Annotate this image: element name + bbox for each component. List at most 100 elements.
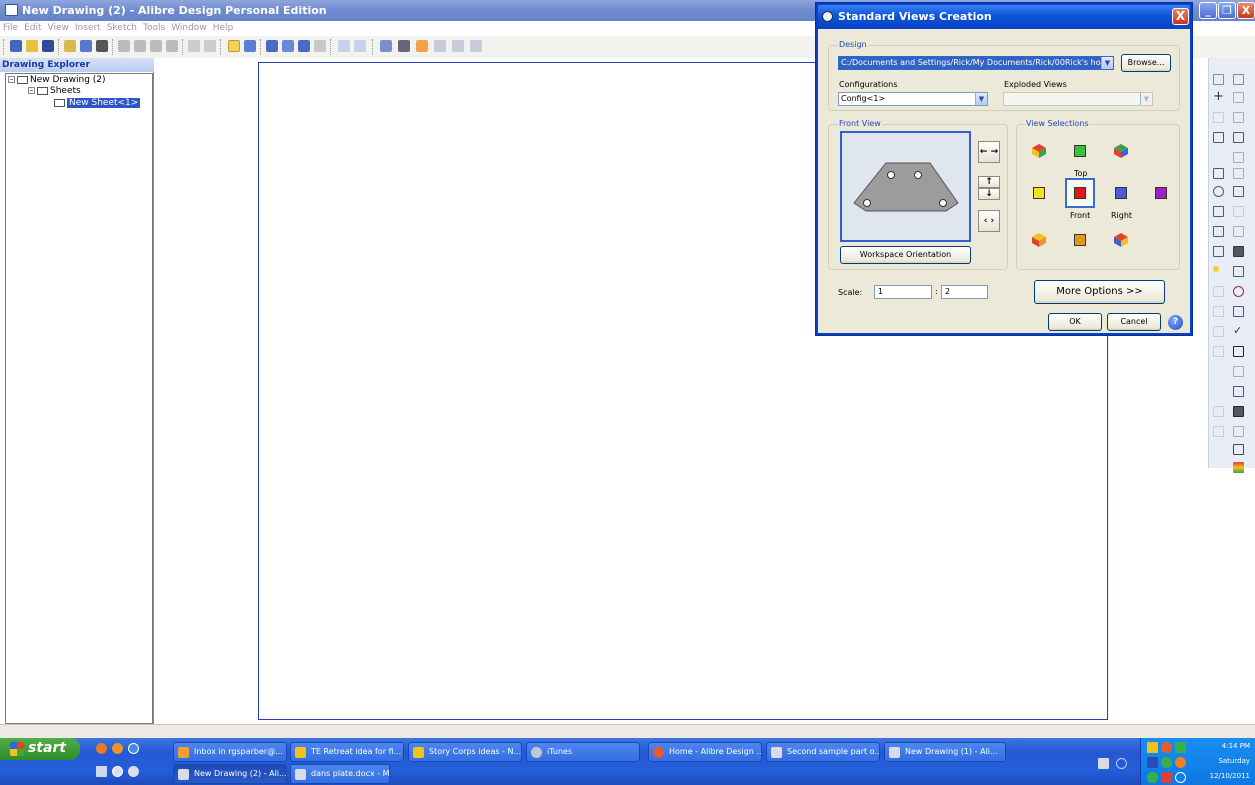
- tree-item-sheets[interactable]: – Sheets: [28, 86, 81, 96]
- tray-icon[interactable]: [1175, 772, 1186, 783]
- task-alibre-home[interactable]: Home - Alibre Design ...: [648, 742, 762, 762]
- pattern-tool-icon[interactable]: [1233, 132, 1244, 143]
- close-button[interactable]: X: [1237, 2, 1255, 19]
- cancel-button[interactable]: Cancel: [1107, 313, 1161, 331]
- redo-icon[interactable]: [204, 40, 216, 52]
- view-iso-top-right[interactable]: [1108, 138, 1134, 164]
- outlook-icon[interactable]: [112, 743, 123, 754]
- task-new-drawing-1[interactable]: New Drawing (1) - Ali...: [884, 742, 1006, 762]
- rotate-horizontal-button[interactable]: ← →: [978, 141, 1000, 163]
- restore-button[interactable]: ❐: [1218, 2, 1236, 19]
- angle-tool-icon[interactable]: [1233, 346, 1244, 357]
- point-tool-icon[interactable]: [1213, 266, 1219, 272]
- media-icon[interactable]: [128, 766, 139, 777]
- tray-icon[interactable]: [1147, 772, 1158, 783]
- rectangle-tool-icon[interactable]: [1213, 226, 1224, 237]
- dialog-close-button[interactable]: X: [1172, 8, 1189, 25]
- balloon-tool-icon[interactable]: [1233, 152, 1244, 163]
- table-icon[interactable]: [470, 40, 482, 52]
- checkmark-icon[interactable]: ✓: [1233, 325, 1244, 337]
- collapse-icon[interactable]: –: [28, 87, 35, 94]
- view-right[interactable]: [1108, 180, 1134, 206]
- menu-tools[interactable]: Tools: [140, 21, 168, 33]
- scale-denominator-input[interactable]: 2: [941, 285, 988, 299]
- detail-view-icon[interactable]: [434, 40, 446, 52]
- menu-view[interactable]: View: [45, 21, 72, 33]
- task-itunes[interactable]: iTunes: [526, 742, 640, 762]
- menu-window[interactable]: Window: [168, 21, 210, 33]
- browse-button[interactable]: Browse...: [1121, 54, 1171, 72]
- folder-icon[interactable]: [64, 40, 76, 52]
- spline-tool-icon[interactable]: [1213, 168, 1224, 179]
- view-iso-bottom-left[interactable]: [1026, 227, 1052, 253]
- desktop-icon[interactable]: [96, 766, 107, 777]
- sheet-tool-icon[interactable]: [1233, 74, 1244, 85]
- grid-tool-icon[interactable]: [1233, 112, 1244, 123]
- zoom-window-icon[interactable]: [282, 40, 294, 52]
- clock-time[interactable]: 4:14 PM: [1222, 742, 1250, 750]
- tray-icon[interactable]: [1161, 772, 1172, 783]
- more-options-button[interactable]: More Options >>: [1034, 280, 1165, 304]
- tree-item-drawing[interactable]: – New Drawing (2): [8, 75, 106, 85]
- move-icon[interactable]: [244, 40, 256, 52]
- back-icon[interactable]: [338, 40, 350, 52]
- collapse-icon[interactable]: –: [8, 76, 15, 83]
- configurations-combo[interactable]: Config<1> ▼: [838, 92, 988, 106]
- tray-icon[interactable]: [1175, 757, 1186, 768]
- task-story-corps[interactable]: Story Corps ideas - N...: [408, 742, 522, 762]
- task-te-retreat[interactable]: TE Retreat idea for fi...: [290, 742, 404, 762]
- bom-tool-icon[interactable]: [1233, 226, 1244, 237]
- minimize-button[interactable]: _: [1199, 2, 1217, 19]
- clock-icon[interactable]: [112, 766, 123, 777]
- arc-tool-icon[interactable]: [1213, 206, 1224, 217]
- layer-tool-icon[interactable]: [1233, 462, 1244, 473]
- front-view-preview[interactable]: [840, 131, 971, 242]
- ie-icon[interactable]: [128, 743, 139, 754]
- section-view-icon[interactable]: [452, 40, 464, 52]
- task-new-drawing-2[interactable]: New Drawing (2) - Ali...: [173, 764, 287, 784]
- print-icon[interactable]: [96, 40, 108, 52]
- tray-notification-icon[interactable]: [1098, 758, 1109, 769]
- view-iso-bottom-right[interactable]: [1108, 227, 1134, 253]
- datum-tool-icon[interactable]: [1233, 306, 1244, 317]
- view-tool-icon[interactable]: [1233, 92, 1244, 103]
- ok-button[interactable]: OK: [1048, 313, 1102, 331]
- standard-views-icon[interactable]: [416, 40, 428, 52]
- notes-tool-icon[interactable]: [1233, 186, 1244, 197]
- view-bottom[interactable]: [1067, 227, 1093, 253]
- view-left[interactable]: [1026, 180, 1052, 206]
- open-icon[interactable]: [26, 40, 38, 52]
- menu-insert[interactable]: Insert: [72, 21, 104, 33]
- chevron-down-icon[interactable]: ▼: [1101, 57, 1113, 69]
- menu-file[interactable]: File: [0, 21, 21, 33]
- delete-icon[interactable]: [166, 40, 178, 52]
- tray-icon[interactable]: [1175, 742, 1186, 753]
- symbol-tool-icon[interactable]: [1233, 168, 1244, 179]
- copy-icon[interactable]: [134, 40, 146, 52]
- task-inbox[interactable]: Inbox in rgsparber@...: [173, 742, 287, 762]
- curve-tool-icon[interactable]: [1213, 132, 1224, 143]
- undo-icon[interactable]: [188, 40, 200, 52]
- forward-icon[interactable]: [354, 40, 366, 52]
- select-icon[interactable]: [228, 40, 240, 52]
- new-icon[interactable]: [10, 40, 22, 52]
- save-icon[interactable]: [42, 40, 54, 52]
- rotate-inplane-button[interactable]: ‹ ›: [978, 210, 1000, 232]
- workspace-orientation-button[interactable]: Workspace Orientation: [840, 246, 971, 264]
- tray-icon[interactable]: [1147, 757, 1158, 768]
- rotate-up-button[interactable]: ↑: [978, 176, 1000, 188]
- circle-tool-icon[interactable]: [1213, 186, 1224, 197]
- scale-numerator-input[interactable]: 1: [874, 285, 932, 299]
- view-iso-top-left[interactable]: [1026, 138, 1052, 164]
- block-tool-icon[interactable]: [1233, 406, 1244, 417]
- line-tool-icon[interactable]: [1213, 74, 1224, 85]
- design-path-combo[interactable]: C:/Documents and Settings/Rick/My Docume…: [838, 56, 1114, 70]
- view-top[interactable]: [1067, 138, 1093, 164]
- cut-icon[interactable]: [118, 40, 130, 52]
- tray-icon[interactable]: [1147, 742, 1158, 753]
- plus-icon[interactable]: +: [1213, 90, 1224, 103]
- dimension-tool-icon[interactable]: [1233, 266, 1244, 277]
- task-dans-plate[interactable]: dans plate.docx - Mic...: [290, 764, 390, 784]
- task-second-sample[interactable]: Second sample part o...: [766, 742, 880, 762]
- tray-icon[interactable]: [1161, 742, 1172, 753]
